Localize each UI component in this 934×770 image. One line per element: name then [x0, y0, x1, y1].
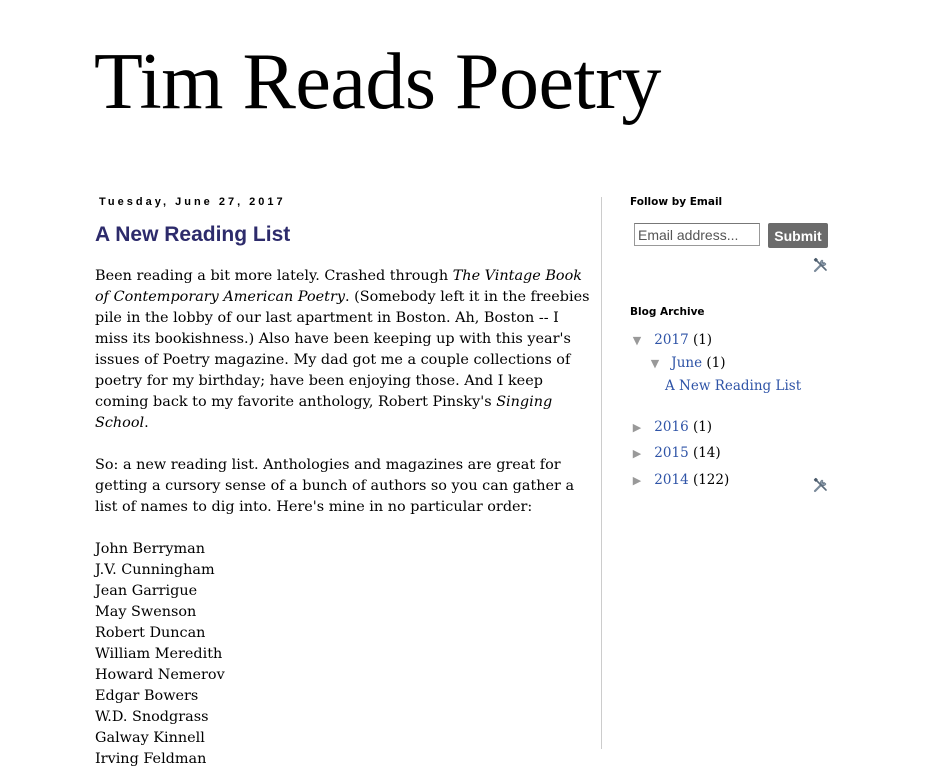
- author-list-item: Galway Kinnell: [95, 730, 205, 746]
- post-text: . (Somebody left it in the freebies pile…: [95, 289, 590, 410]
- archive-month-june: ▼ June (1): [648, 355, 726, 371]
- email-address-input[interactable]: [634, 223, 760, 246]
- post-paragraph-1: Been reading a bit more lately. Crashed …: [95, 266, 595, 434]
- author-list-item: Howard Nemerov: [95, 667, 225, 683]
- submit-button[interactable]: Submit: [768, 223, 828, 248]
- author-list-item: W.D. Snodgrass: [95, 709, 209, 725]
- collapsed-toggle-icon[interactable]: ▶: [630, 421, 644, 434]
- archive-year-link[interactable]: 2017: [654, 332, 688, 348]
- archive-year-link[interactable]: 2016: [654, 419, 688, 435]
- post-text: .: [144, 415, 149, 431]
- blog-archive-title: Blog Archive: [630, 306, 705, 318]
- post-paragraph-2: So: a new reading list. Anthologies and …: [95, 457, 575, 515]
- follow-by-email-title: Follow by Email: [630, 196, 723, 208]
- edit-widget-icon[interactable]: [812, 476, 830, 494]
- expanded-toggle-icon[interactable]: ▼: [648, 357, 662, 370]
- expanded-toggle-icon[interactable]: ▼: [630, 334, 644, 347]
- archive-post-link[interactable]: A New Reading List: [665, 378, 801, 394]
- archive-count: (122): [692, 472, 730, 488]
- archive-year-2017: ▼ 2017 (1): [630, 332, 712, 348]
- collapsed-toggle-icon[interactable]: ▶: [630, 474, 644, 487]
- archive-count: (1): [692, 419, 713, 435]
- archive-year-2014: ▶ 2014 (122): [630, 472, 730, 488]
- archive-year-link[interactable]: 2015: [654, 445, 688, 461]
- archive-year-link[interactable]: 2014: [654, 472, 688, 488]
- author-list-item: Edgar Bowers: [95, 688, 199, 704]
- post-date-header: Tuesday, June 27, 2017: [99, 196, 286, 208]
- archive-year-2016: ▶ 2016 (1): [630, 419, 712, 435]
- author-list-item: J.V. Cunningham: [95, 562, 215, 578]
- archive-year-2015: ▶ 2015 (14): [630, 445, 721, 461]
- blog-title[interactable]: Tim Reads Poetry: [94, 34, 661, 130]
- archive-count: (14): [692, 445, 721, 461]
- author-list: John Berryman J.V. Cunningham Jean Garri…: [95, 539, 595, 770]
- author-list-item: May Swenson: [95, 604, 197, 620]
- post-body: Been reading a bit more lately. Crashed …: [95, 266, 595, 770]
- column-divider: [601, 197, 602, 749]
- author-list-item: William Meredith: [95, 646, 223, 662]
- collapsed-toggle-icon[interactable]: ▶: [630, 447, 644, 460]
- archive-count: (1): [706, 355, 726, 371]
- edit-widget-icon[interactable]: [812, 256, 830, 274]
- post-text: Been reading a bit more lately. Crashed …: [95, 268, 453, 284]
- post-title[interactable]: A New Reading List: [95, 223, 290, 247]
- archive-month-link[interactable]: June: [671, 355, 702, 371]
- author-list-item: John Berryman: [95, 541, 206, 557]
- author-list-item: Jean Garrigue: [95, 583, 198, 599]
- author-list-item: Irving Feldman: [95, 751, 207, 767]
- archive-post-item: A New Reading List: [665, 378, 801, 394]
- author-list-item: Robert Duncan: [95, 625, 206, 641]
- archive-count: (1): [692, 332, 713, 348]
